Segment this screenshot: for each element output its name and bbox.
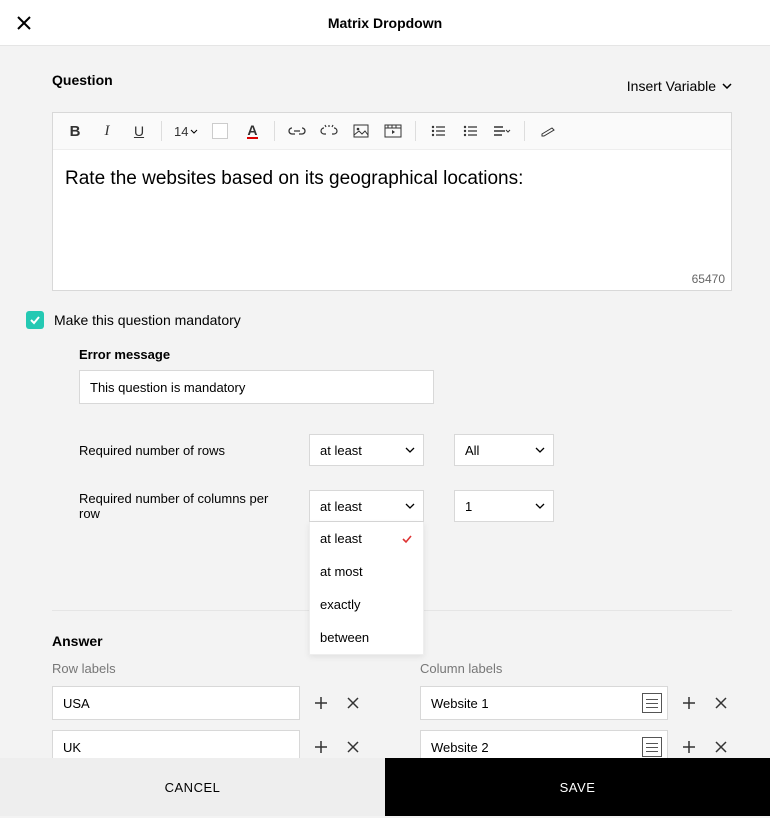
add-icon[interactable] bbox=[678, 736, 700, 758]
chevron-down-icon bbox=[405, 503, 415, 509]
dropdown-option[interactable]: exactly bbox=[310, 588, 423, 621]
required-rows-label: Required number of rows bbox=[79, 443, 279, 458]
chevron-down-icon bbox=[405, 447, 415, 453]
remove-icon[interactable] bbox=[710, 692, 732, 714]
numbered-list-icon[interactable] bbox=[460, 121, 480, 141]
separator bbox=[524, 121, 525, 141]
list-item bbox=[52, 686, 364, 720]
bg-color-button[interactable] bbox=[210, 121, 230, 141]
remove-icon[interactable] bbox=[342, 692, 364, 714]
char-counter: 65470 bbox=[692, 272, 725, 286]
link-icon[interactable] bbox=[287, 121, 307, 141]
required-cols-label: Required number of columns per row bbox=[79, 491, 279, 521]
mandatory-checkbox[interactable] bbox=[26, 311, 44, 329]
remove-icon[interactable] bbox=[342, 736, 364, 758]
check-icon bbox=[401, 534, 413, 544]
dropdown-option[interactable]: at most bbox=[310, 555, 423, 588]
error-message-input[interactable] bbox=[79, 370, 434, 404]
modal-footer: CANCEL SAVE bbox=[0, 758, 770, 816]
editor-toolbar: B I U 14 A bbox=[53, 113, 731, 150]
label-input[interactable] bbox=[420, 686, 668, 720]
insert-variable-label: Insert Variable bbox=[627, 78, 716, 94]
modal-header: Matrix Dropdown bbox=[0, 0, 770, 46]
required-cols-op-dropdown: at leastat mostexactlybetween bbox=[309, 522, 424, 655]
bullet-list-icon[interactable] bbox=[428, 121, 448, 141]
caret-down-icon bbox=[722, 83, 732, 89]
clear-format-icon[interactable] bbox=[537, 121, 557, 141]
cancel-button[interactable]: CANCEL bbox=[0, 758, 385, 816]
close-icon[interactable] bbox=[16, 15, 32, 31]
text-color-button[interactable]: A bbox=[242, 121, 262, 141]
dropdown-option[interactable]: between bbox=[310, 621, 423, 654]
add-icon[interactable] bbox=[310, 736, 332, 758]
error-message-label: Error message bbox=[79, 347, 732, 362]
bold-button[interactable]: B bbox=[65, 121, 85, 141]
row-labels-title: Row labels bbox=[52, 661, 364, 676]
modal-title: Matrix Dropdown bbox=[0, 15, 770, 31]
separator bbox=[415, 121, 416, 141]
required-rows-value-select[interactable]: All bbox=[454, 434, 554, 466]
chevron-down-icon bbox=[535, 447, 545, 453]
separator bbox=[161, 121, 162, 141]
question-text-input[interactable]: Rate the websites based on its geographi… bbox=[53, 150, 731, 290]
underline-button[interactable]: U bbox=[129, 121, 149, 141]
align-button[interactable] bbox=[492, 121, 512, 141]
required-rows-op-select[interactable]: at least bbox=[309, 434, 424, 466]
question-label: Question bbox=[52, 72, 113, 88]
label-input[interactable] bbox=[52, 686, 300, 720]
separator bbox=[274, 121, 275, 141]
italic-button[interactable]: I bbox=[97, 121, 117, 141]
unlink-icon[interactable] bbox=[319, 121, 339, 141]
rich-text-editor: B I U 14 A bbox=[52, 112, 732, 291]
save-button[interactable]: SAVE bbox=[385, 758, 770, 816]
options-icon[interactable] bbox=[642, 737, 662, 757]
remove-icon[interactable] bbox=[710, 736, 732, 758]
add-icon[interactable] bbox=[678, 692, 700, 714]
list-item bbox=[420, 686, 732, 720]
add-icon[interactable] bbox=[310, 692, 332, 714]
image-icon[interactable] bbox=[351, 121, 371, 141]
video-icon[interactable] bbox=[383, 121, 403, 141]
check-icon bbox=[29, 315, 41, 325]
required-cols-value-select[interactable]: 1 bbox=[454, 490, 554, 522]
chevron-down-icon bbox=[535, 503, 545, 509]
dropdown-option[interactable]: at least bbox=[310, 522, 423, 555]
insert-variable-button[interactable]: Insert Variable bbox=[627, 78, 732, 94]
mandatory-label: Make this question mandatory bbox=[54, 312, 241, 328]
required-cols-op-select[interactable]: at least bbox=[309, 490, 424, 522]
options-icon[interactable] bbox=[642, 693, 662, 713]
font-size-select[interactable]: 14 bbox=[174, 121, 198, 141]
col-labels-title: Column labels bbox=[420, 661, 732, 676]
